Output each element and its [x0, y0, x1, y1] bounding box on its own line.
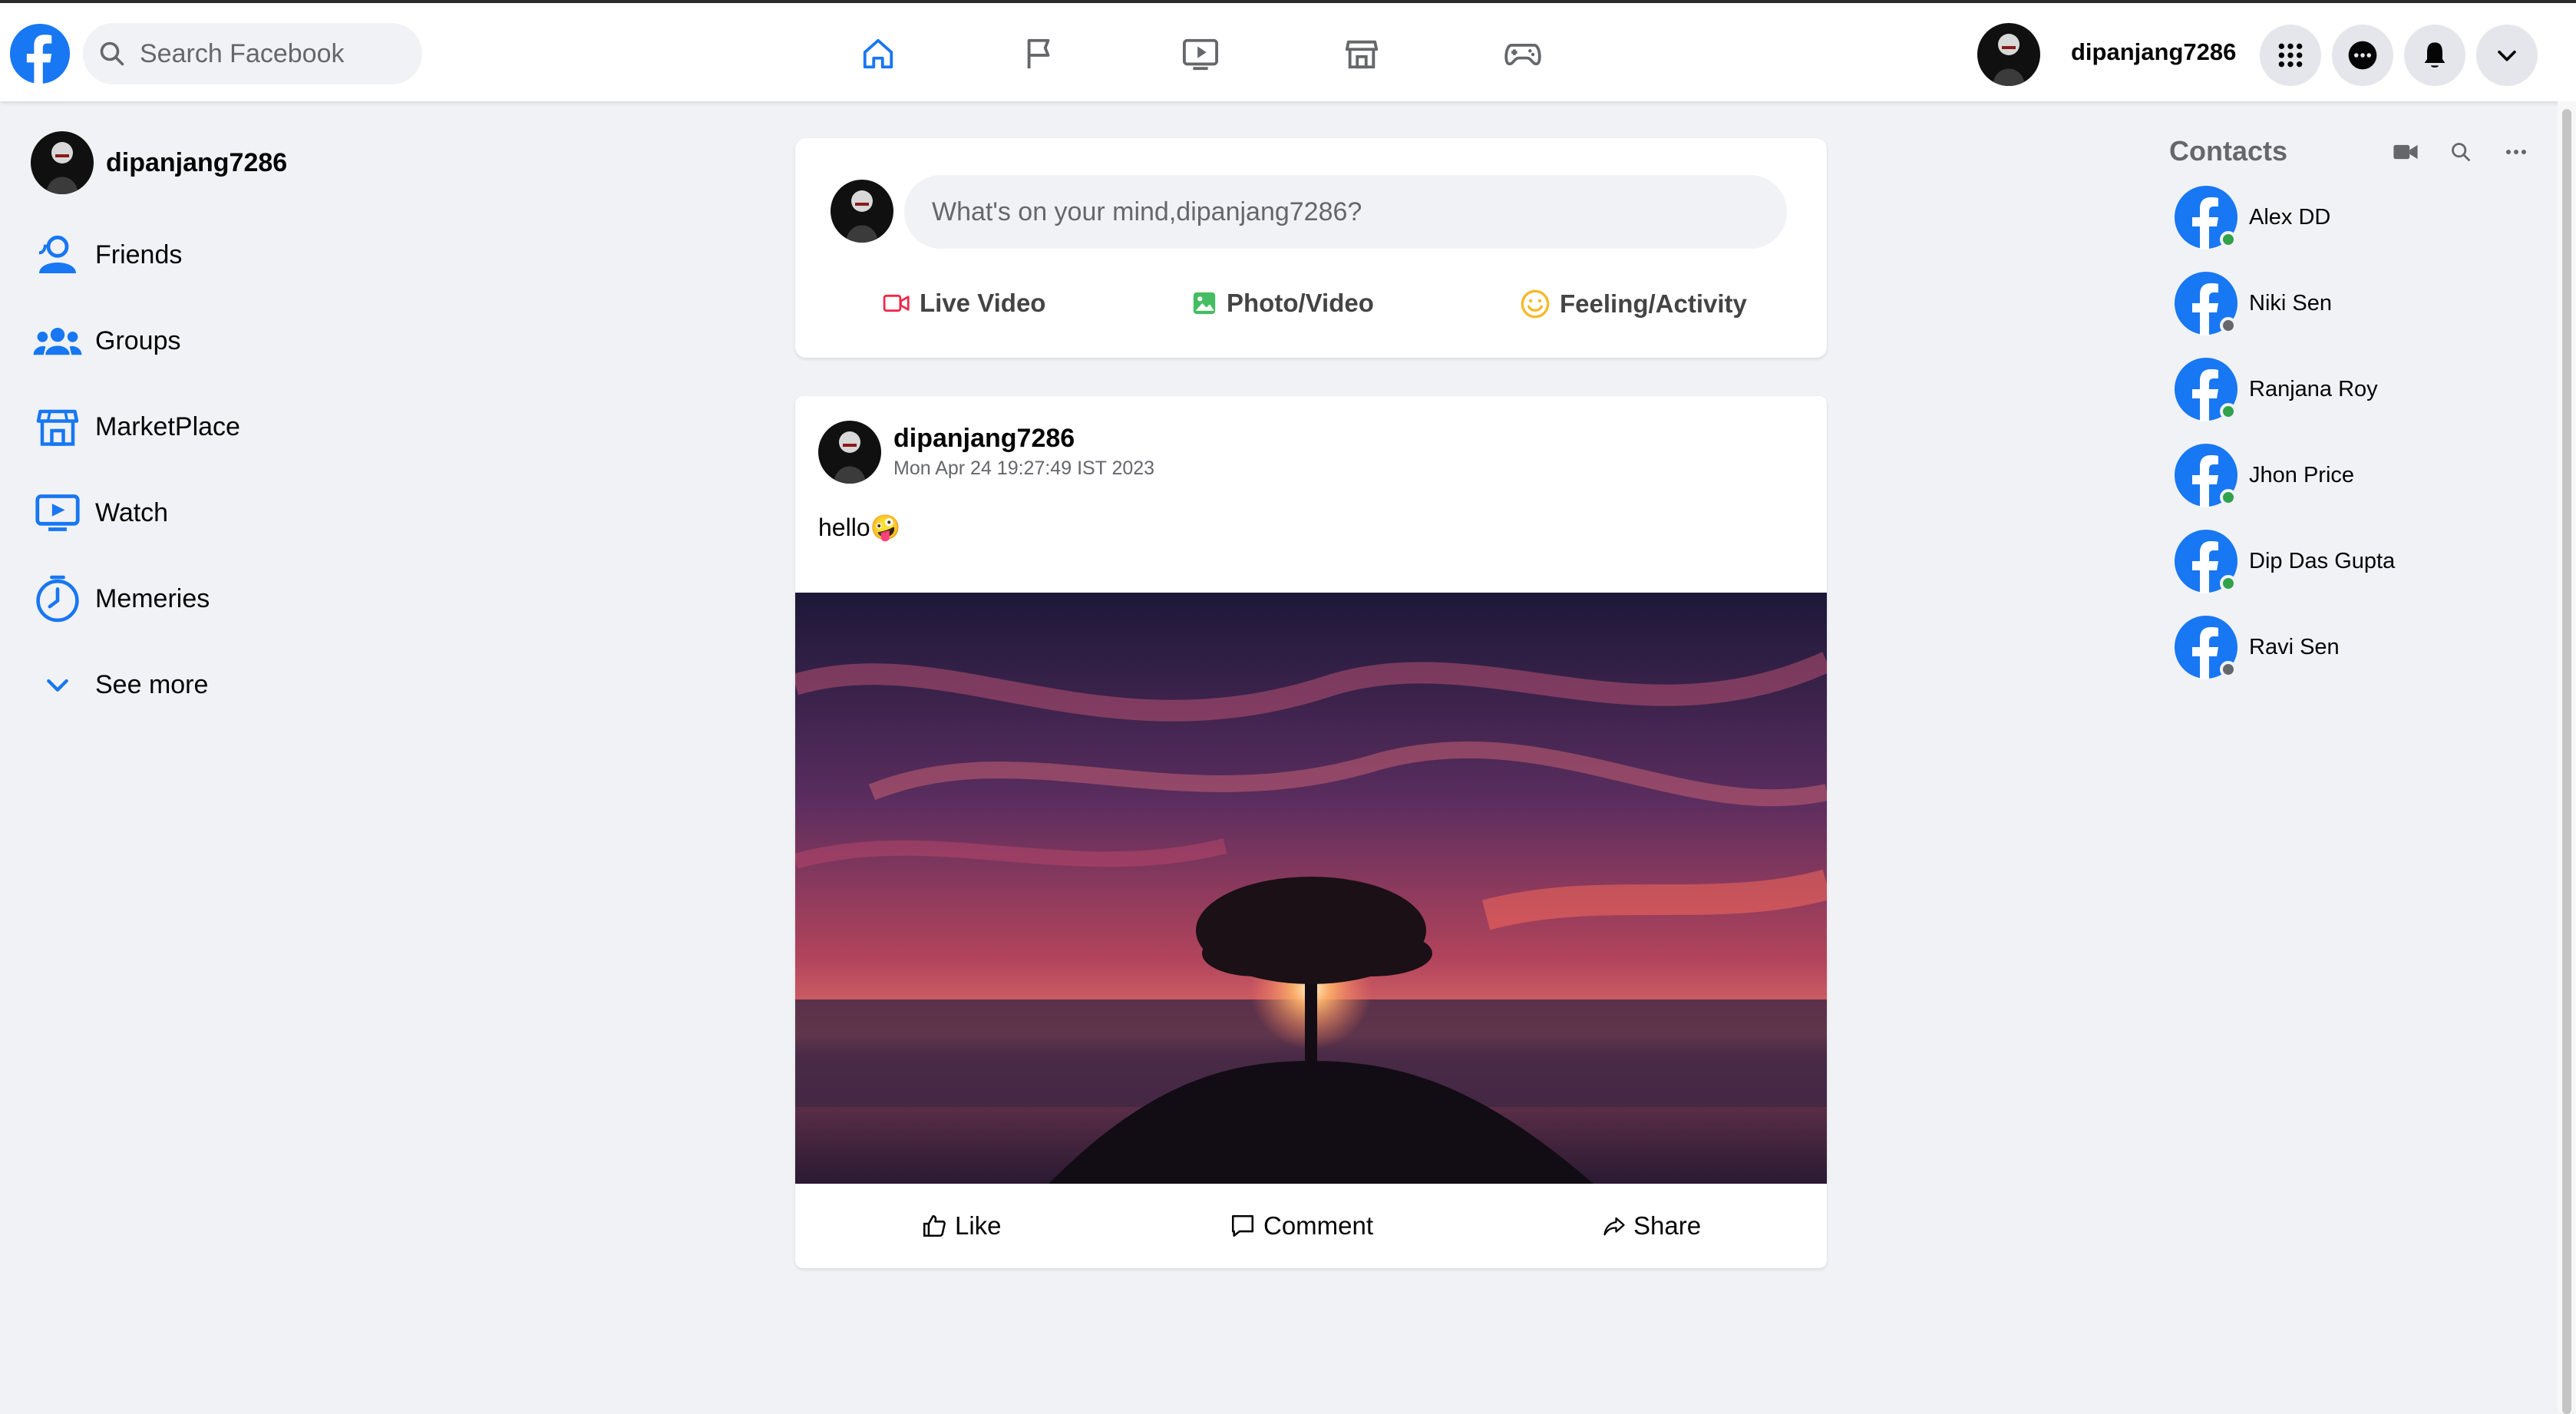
post-author[interactable]: dipanjang7286 [893, 424, 1075, 454]
contact-name: Ravi Sen [2249, 634, 2340, 659]
sidebar-item-label: MarketPlace [95, 411, 240, 441]
thumbs-up-icon [923, 1214, 946, 1237]
search-icon[interactable] [2446, 137, 2476, 167]
facebook-avatar-icon [2174, 615, 2238, 679]
sidebar-item-see-more[interactable]: See more [31, 652, 208, 717]
bell-icon[interactable] [2404, 25, 2465, 86]
facebook-avatar-icon [2174, 271, 2238, 335]
sidebar-item-label: Friends [95, 240, 183, 269]
search-input[interactable] [138, 38, 402, 70]
contact-name: Niki Sen [2249, 290, 2332, 316]
chevron-down-icon [31, 658, 84, 712]
whats-on-your-mind-field[interactable] [904, 175, 1787, 249]
menu-grid-icon[interactable] [2260, 25, 2321, 86]
contact-name: Ranjana Roy [2249, 376, 2378, 401]
facebook-avatar-icon [2174, 357, 2238, 421]
post-card: dipanjang7286 Mon Apr 24 19:27:49 IST 20… [795, 396, 1827, 1268]
marketplace-icon [31, 400, 84, 454]
contact-item[interactable]: Dip Das Gupta [2174, 526, 2395, 596]
facebook-avatar-icon [2174, 529, 2238, 593]
smile-icon [1521, 289, 1550, 319]
sidebar-profile-name: dipanjang7286 [106, 147, 288, 177]
search-box[interactable] [83, 23, 422, 84]
scrollbar-thumb[interactable] [2562, 109, 2571, 1414]
scrollbar[interactable] [2558, 101, 2576, 1414]
sidebar-item-memories[interactable]: Memeries [31, 567, 210, 631]
flag-icon[interactable] [1019, 34, 1059, 74]
friends-icon [31, 228, 84, 282]
avatar [831, 180, 893, 243]
account-menu-chevron-down-icon[interactable] [2476, 25, 2538, 86]
contact-item[interactable]: Niki Sen [2174, 268, 2332, 339]
post-timestamp: Mon Apr 24 19:27:49 IST 2023 [893, 458, 1155, 479]
sidebar-item-label: Memeries [95, 583, 210, 613]
status-input[interactable] [930, 196, 1762, 228]
online-status-indicator [2220, 231, 2237, 248]
offline-status-indicator [2220, 661, 2237, 678]
watch-icon [31, 486, 84, 540]
messenger-icon[interactable] [2332, 25, 2393, 86]
comment-label: Comment [1263, 1211, 1374, 1240]
sidebar-item-marketplace[interactable]: MarketPlace [31, 395, 240, 459]
video-icon[interactable] [1181, 34, 1220, 74]
live-video-icon [883, 294, 910, 312]
avatar [31, 131, 94, 194]
avatar[interactable] [1977, 23, 2040, 86]
post-photo[interactable] [795, 593, 1827, 1184]
contact-item[interactable]: Alex DD [2174, 182, 2330, 253]
contact-item[interactable]: Ravi Sen [2174, 612, 2340, 682]
online-status-indicator [2220, 575, 2237, 592]
sidebar-item-friends[interactable]: Friends [31, 223, 182, 287]
marketplace-icon[interactable] [1342, 34, 1382, 74]
photo-video-label: Photo/Video [1227, 289, 1374, 317]
facebook-logo-icon[interactable] [9, 23, 71, 84]
sidebar-item-label: Watch [95, 497, 169, 527]
avatar[interactable] [818, 421, 881, 484]
photo-video-button[interactable]: Photo/Video [1191, 289, 1374, 318]
comment-icon [1231, 1214, 1254, 1237]
facebook-avatar-icon [2174, 443, 2238, 507]
gaming-icon[interactable] [1503, 34, 1543, 74]
live-video-button[interactable]: Live Video [883, 289, 1045, 318]
contacts-title: Contacts [2169, 135, 2288, 167]
sidebar-profile[interactable]: dipanjang7286 [31, 130, 287, 195]
offline-status-indicator [2220, 317, 2237, 334]
share-button[interactable]: Share [1603, 1211, 1701, 1241]
home-icon[interactable] [858, 34, 898, 74]
top-navigation-bar: dipanjang7286 [0, 0, 2576, 101]
sidebar-item-label: Groups [95, 325, 181, 355]
feeling-activity-button[interactable]: Feeling/Activity [1520, 289, 1747, 319]
contact-name: Jhon Price [2249, 462, 2355, 487]
header-username[interactable]: dipanjang7286 [2071, 38, 2236, 66]
groups-icon [31, 314, 84, 368]
post-text: hello🤪 [818, 514, 901, 541]
feeling-activity-label: Feeling/Activity [1560, 289, 1747, 318]
comment-button[interactable]: Comment [1230, 1211, 1373, 1241]
like-label: Like [955, 1211, 1002, 1240]
online-status-indicator [2220, 489, 2237, 506]
like-button[interactable]: Like [921, 1211, 1002, 1241]
sidebar-item-label: See more [95, 669, 209, 699]
facebook-avatar-icon [2174, 185, 2238, 249]
contact-name: Dip Das Gupta [2249, 548, 2396, 573]
video-call-icon[interactable] [2390, 137, 2421, 167]
share-label: Share [1633, 1211, 1702, 1240]
contact-item[interactable]: Ranjana Roy [2174, 354, 2378, 425]
sidebar-item-groups[interactable]: Groups [31, 309, 181, 373]
search-icon [100, 41, 124, 66]
online-status-indicator [2220, 403, 2237, 420]
photo-icon [1193, 292, 1216, 315]
memories-icon [31, 572, 84, 626]
share-icon [1603, 1217, 1625, 1236]
contact-item[interactable]: Jhon Price [2174, 440, 2354, 510]
live-video-label: Live Video [920, 289, 1046, 317]
sidebar-item-watch[interactable]: Watch [31, 481, 168, 545]
more-options-icon[interactable] [2501, 137, 2531, 167]
post-composer [795, 138, 1827, 358]
contact-name: Alex DD [2249, 204, 2331, 230]
